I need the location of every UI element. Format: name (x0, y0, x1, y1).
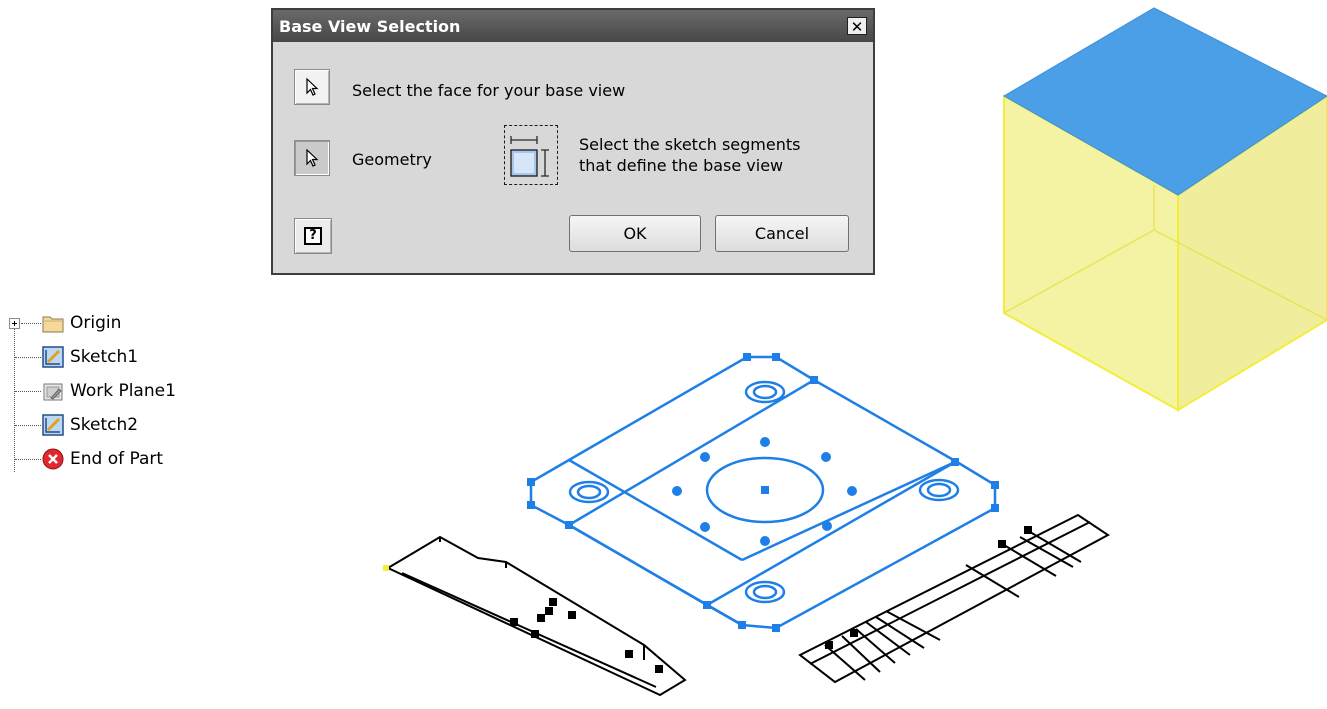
help-icon: ? (304, 227, 322, 245)
cancel-button[interactable]: Cancel (715, 215, 849, 252)
sketch-icon (42, 346, 64, 368)
ok-button[interactable]: OK (569, 215, 701, 252)
segments-prompt-line2: that define the base view (579, 156, 784, 175)
sketch-icon (42, 414, 64, 436)
folder-icon (42, 316, 64, 333)
tree-item-origin[interactable]: Origin (0, 310, 260, 336)
face-select-prompt: Select the face for your base view (352, 81, 626, 100)
help-button[interactable]: ? (294, 218, 332, 254)
side-sketch-left[interactable] (385, 535, 687, 697)
tree-item-work-plane1[interactable]: Work Plane1 (0, 378, 260, 404)
work-plane-icon (43, 383, 63, 401)
cursor-arrow-icon (306, 149, 319, 167)
tree-item-end-of-part[interactable]: End of Part (0, 446, 260, 472)
face-select-button[interactable] (294, 69, 330, 105)
base-view-selection-dialog: Base View Selection ✕ Select the face fo… (271, 8, 875, 275)
cursor-arrow-icon (306, 78, 319, 96)
tree-item-sketch2[interactable]: Sketch2 (0, 412, 260, 438)
tree-item-label: Origin (70, 313, 122, 333)
tree-item-label: Sketch1 (70, 347, 139, 367)
tree-item-sketch1[interactable]: Sketch1 (0, 344, 260, 370)
dialog-title: Base View Selection (279, 17, 461, 36)
dialog-titlebar[interactable]: Base View Selection ✕ (273, 10, 873, 42)
sketch-segments-icon[interactable] (504, 125, 558, 185)
segments-prompt: Select the sketch segments that define t… (579, 134, 800, 176)
close-button[interactable]: ✕ (847, 17, 867, 36)
expand-icon[interactable] (9, 318, 20, 329)
tree-item-label: End of Part (70, 449, 164, 469)
solid-body[interactable] (1003, 7, 1327, 412)
tree-item-label: Sketch2 (70, 415, 139, 435)
geometry-select-button[interactable] (294, 140, 330, 176)
geometry-label: Geometry (352, 150, 432, 169)
sketch-point-highlight (383, 565, 389, 571)
model-browser-tree: Origin Sketch1 Work Plane1 Sketch2 End o… (0, 305, 260, 495)
segments-prompt-line1: Select the sketch segments (579, 135, 801, 154)
side-sketch-right[interactable] (798, 513, 1110, 684)
end-of-part-icon (42, 448, 64, 470)
tree-item-label: Work Plane1 (70, 381, 176, 401)
